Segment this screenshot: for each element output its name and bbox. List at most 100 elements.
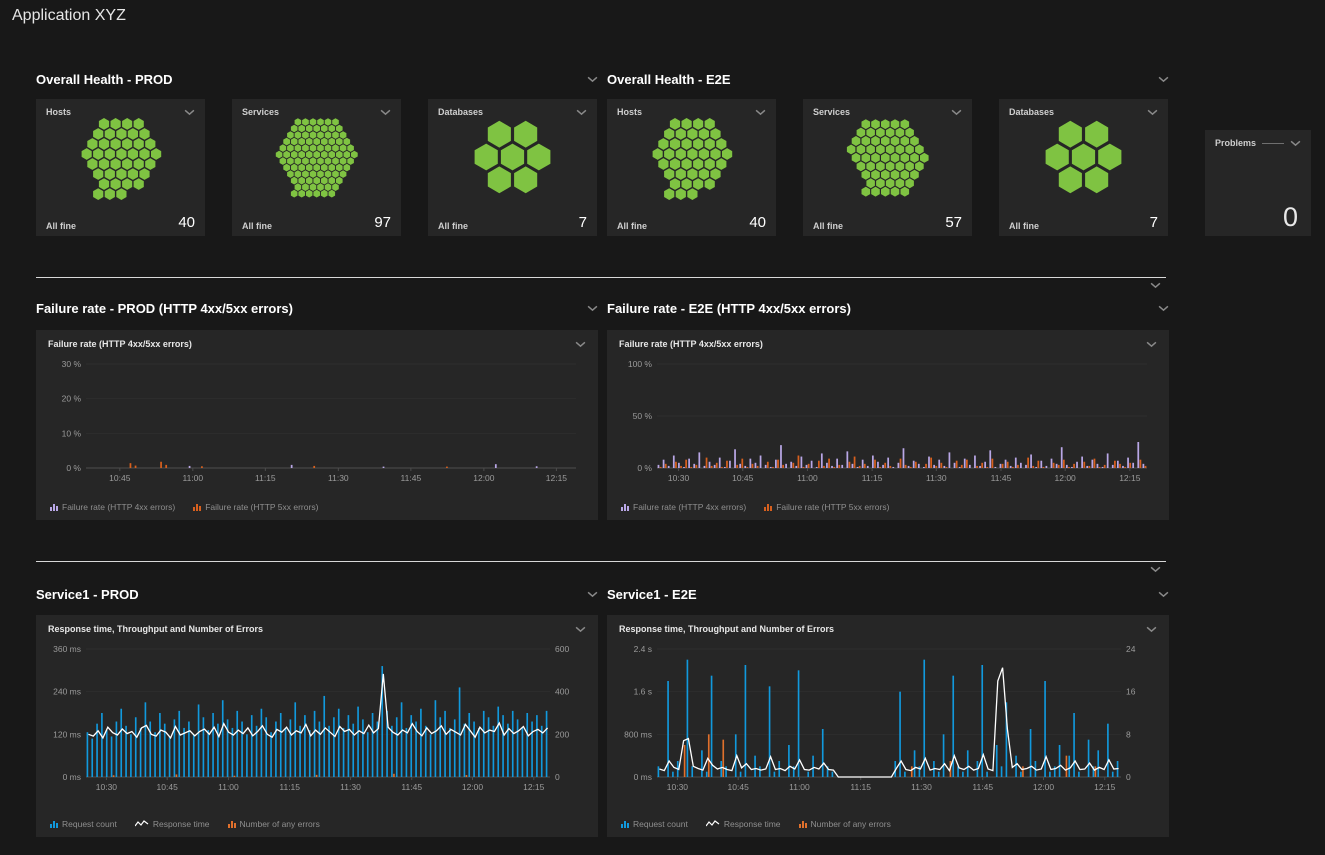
chevron-down-icon[interactable] <box>587 305 598 312</box>
health-tile[interactable]: Services All fine 57 <box>803 99 972 236</box>
legend-item[interactable]: Request count <box>50 819 117 829</box>
svg-text:10 %: 10 % <box>62 428 82 438</box>
legend-item[interactable]: Response time <box>706 819 781 829</box>
health-tiles-e2e: Hosts All fine 40 Services All fine 57 D… <box>607 99 1168 236</box>
chart-tile-service-prod: Response time, Throughput and Number of … <box>36 615 598 837</box>
tile-title: Hosts <box>46 107 71 117</box>
bars-icon <box>50 820 58 828</box>
chart-tile-service-e2e: Response time, Throughput and Number of … <box>607 615 1169 837</box>
legend-item[interactable]: Request count <box>621 819 688 829</box>
svg-text:10:45: 10:45 <box>728 782 750 792</box>
chevron-down-icon[interactable] <box>1290 140 1301 147</box>
honeycomb-chart <box>242 119 391 195</box>
bars-icon <box>764 503 772 511</box>
svg-text:50 %: 50 % <box>633 411 653 421</box>
legend-label: Number of any errors <box>240 819 320 829</box>
health-tile[interactable]: Hosts All fine 40 <box>36 99 205 236</box>
chevron-down-icon[interactable] <box>951 109 962 116</box>
svg-text:12:15: 12:15 <box>546 473 568 483</box>
svg-text:12:00: 12:00 <box>1033 782 1055 792</box>
svg-text:11:30: 11:30 <box>926 473 947 483</box>
tile-header: Hosts <box>617 107 766 117</box>
svg-text:600: 600 <box>555 644 569 654</box>
problems-label: Problems <box>1215 138 1256 148</box>
chevron-down-icon[interactable] <box>1150 282 1161 289</box>
tile-count: 7 <box>1150 214 1158 231</box>
chart-header: Failure rate (HTTP 4xx/5xx errors) <box>607 330 1169 349</box>
svg-text:10:45: 10:45 <box>109 473 131 483</box>
failure-e2e-chart[interactable]: 100 %50 %0 %10:3010:4511:0011:1511:3011:… <box>615 356 1161 491</box>
page-title: Application XYZ <box>12 7 126 25</box>
chevron-down-icon[interactable] <box>1158 76 1169 83</box>
chevron-down-icon[interactable] <box>380 109 391 116</box>
svg-text:0: 0 <box>1126 772 1131 782</box>
legend-label: Response time <box>153 819 210 829</box>
tile-title: Databases <box>438 107 483 117</box>
legend-item[interactable]: Failure rate (HTTP 5xx errors) <box>764 502 889 512</box>
chart-tile-failure-prod: Failure rate (HTTP 4xx/5xx errors) 30 %2… <box>36 330 598 520</box>
section-header-health-e2e: Overall Health - E2E <box>607 72 1169 87</box>
svg-text:120 ms: 120 ms <box>53 729 81 739</box>
chevron-down-icon[interactable] <box>1158 305 1169 312</box>
svg-text:2.4 s: 2.4 s <box>634 644 652 654</box>
legend-label: Failure rate (HTTP 4xx errors) <box>633 502 746 512</box>
chart-title: Failure rate (HTTP 4xx/5xx errors) <box>48 339 192 349</box>
tile-header: Services <box>813 107 962 117</box>
chevron-down-icon[interactable] <box>587 76 598 83</box>
chevron-down-icon[interactable] <box>576 109 587 116</box>
svg-text:12:15: 12:15 <box>1119 473 1141 483</box>
legend-label: Failure rate (HTTP 4xx errors) <box>62 502 175 512</box>
chevron-down-icon[interactable] <box>755 109 766 116</box>
legend-item[interactable]: Number of any errors <box>799 819 891 829</box>
chart-header: Failure rate (HTTP 4xx/5xx errors) <box>36 330 598 349</box>
chevron-down-icon[interactable] <box>575 626 586 633</box>
tile-title: Services <box>813 107 850 117</box>
health-tiles-prod: Hosts All fine 40 Services All fine 97 D… <box>36 99 597 236</box>
health-tile[interactable]: Hosts All fine 40 <box>607 99 776 236</box>
chevron-down-icon[interactable] <box>1146 626 1157 633</box>
svg-text:12:00: 12:00 <box>1055 473 1077 483</box>
svg-text:10:30: 10:30 <box>668 473 690 483</box>
legend-item[interactable]: Number of any errors <box>228 819 320 829</box>
svg-text:10:30: 10:30 <box>96 782 118 792</box>
legend-item[interactable]: Failure rate (HTTP 5xx errors) <box>193 502 318 512</box>
legend-item[interactable]: Failure rate (HTTP 4xx errors) <box>621 502 746 512</box>
tile-status: All fine <box>438 221 468 231</box>
section-header-service-prod: Service1 - PROD <box>36 587 598 602</box>
svg-text:11:30: 11:30 <box>340 782 361 792</box>
section-title: Service1 - E2E <box>607 587 697 602</box>
legend-label: Number of any errors <box>811 819 891 829</box>
svg-text:11:00: 11:00 <box>789 782 810 792</box>
legend-item[interactable]: Response time <box>135 819 210 829</box>
chevron-down-icon[interactable] <box>184 109 195 116</box>
health-tile[interactable]: Databases All fine 7 <box>999 99 1168 236</box>
svg-text:0 %: 0 % <box>66 463 81 473</box>
svg-text:12:00: 12:00 <box>473 473 495 483</box>
svg-text:16: 16 <box>1126 687 1136 697</box>
chevron-down-icon[interactable] <box>1146 341 1157 348</box>
chevron-down-icon[interactable] <box>1147 109 1158 116</box>
problems-tile[interactable]: Problems 0 <box>1205 130 1311 236</box>
chevron-down-icon[interactable] <box>587 591 598 598</box>
chevron-down-icon[interactable] <box>1150 566 1161 573</box>
chevron-down-icon[interactable] <box>1158 591 1169 598</box>
health-tile[interactable]: Services All fine 97 <box>232 99 401 236</box>
service-e2e-chart[interactable]: 2.4 s1.6 s800 ms0 ms24168010:3010:4511:0… <box>615 641 1161 800</box>
chart-legend: Request count Response time Number of any … <box>621 819 891 829</box>
chevron-down-icon[interactable] <box>575 341 586 348</box>
tile-count: 40 <box>178 214 195 231</box>
service-prod-chart[interactable]: 360 ms240 ms120 ms0 ms600400200010:3010:… <box>44 641 590 800</box>
tile-status: All fine <box>1009 221 1039 231</box>
svg-text:10:45: 10:45 <box>157 782 179 792</box>
failure-prod-chart[interactable]: 30 %20 %10 %0 %10:4511:0011:1511:3011:45… <box>44 356 590 491</box>
tile-count: 57 <box>945 214 962 231</box>
health-tile[interactable]: Databases All fine 7 <box>428 99 597 236</box>
svg-text:11:00: 11:00 <box>182 473 203 483</box>
section-title: Overall Health - PROD <box>36 72 173 87</box>
chart-title: Failure rate (HTTP 4xx/5xx errors) <box>619 339 763 349</box>
tile-status: All fine <box>46 221 76 231</box>
svg-text:11:15: 11:15 <box>255 473 276 483</box>
legend-item[interactable]: Failure rate (HTTP 4xx errors) <box>50 502 175 512</box>
tile-status: All fine <box>617 221 647 231</box>
honeycomb-chart <box>1009 119 1158 195</box>
